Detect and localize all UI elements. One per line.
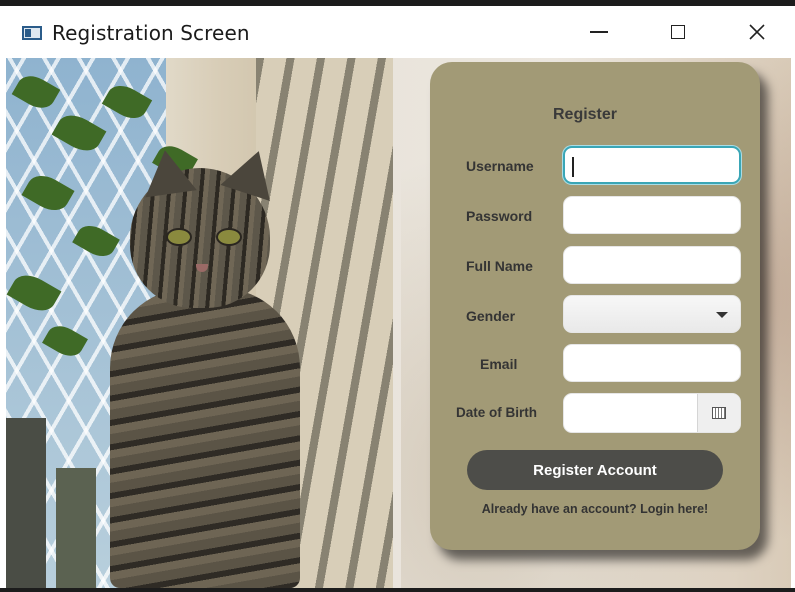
app-window-icon [22,26,42,40]
cat-photo [6,58,393,588]
password-label: Password [466,208,533,224]
cat [110,143,300,588]
plant-pot [6,418,46,588]
minimize-icon [590,31,608,33]
gender-select[interactable] [563,295,741,333]
full-name-label: Full Name [466,258,533,274]
register-panel: Register Username Password Full Name Gen… [430,62,760,550]
text-caret [572,157,574,177]
cat-ear [139,146,197,198]
gender-label: Gender [466,308,516,324]
full-name-field[interactable] [563,246,741,284]
password-field[interactable] [563,196,741,234]
calendar-icon [712,407,726,419]
minimize-button[interactable] [576,14,622,50]
close-button[interactable] [734,14,780,50]
register-account-button[interactable]: Register Account [467,450,723,490]
close-icon [749,24,765,40]
username-label: Username [466,158,534,174]
window-title: Registration Screen [52,21,250,45]
cat-eye [216,228,242,246]
window-content: Register Username Password Full Name Gen… [6,58,791,588]
login-link[interactable]: Already have an account? Login here! [430,502,760,516]
plant-pot [56,468,96,588]
app-window: Registration Screen Register Username Pa… [0,0,795,592]
maximize-button[interactable] [655,14,701,50]
date-of-birth-label: Date of Birth [456,405,537,420]
cat-head [130,143,284,308]
dropdown-arrow-icon [716,312,728,318]
email-field[interactable] [563,344,741,382]
username-field[interactable] [563,146,741,184]
title-bar: Registration Screen [0,6,795,58]
cat-nose [196,264,208,272]
calendar-button[interactable] [697,394,740,432]
cat-body [110,288,300,588]
form-heading: Register [552,106,618,123]
email-label: Email [480,356,518,372]
date-of-birth-picker[interactable] [563,393,741,433]
maximize-icon [671,25,685,39]
cat-eye [166,228,192,246]
